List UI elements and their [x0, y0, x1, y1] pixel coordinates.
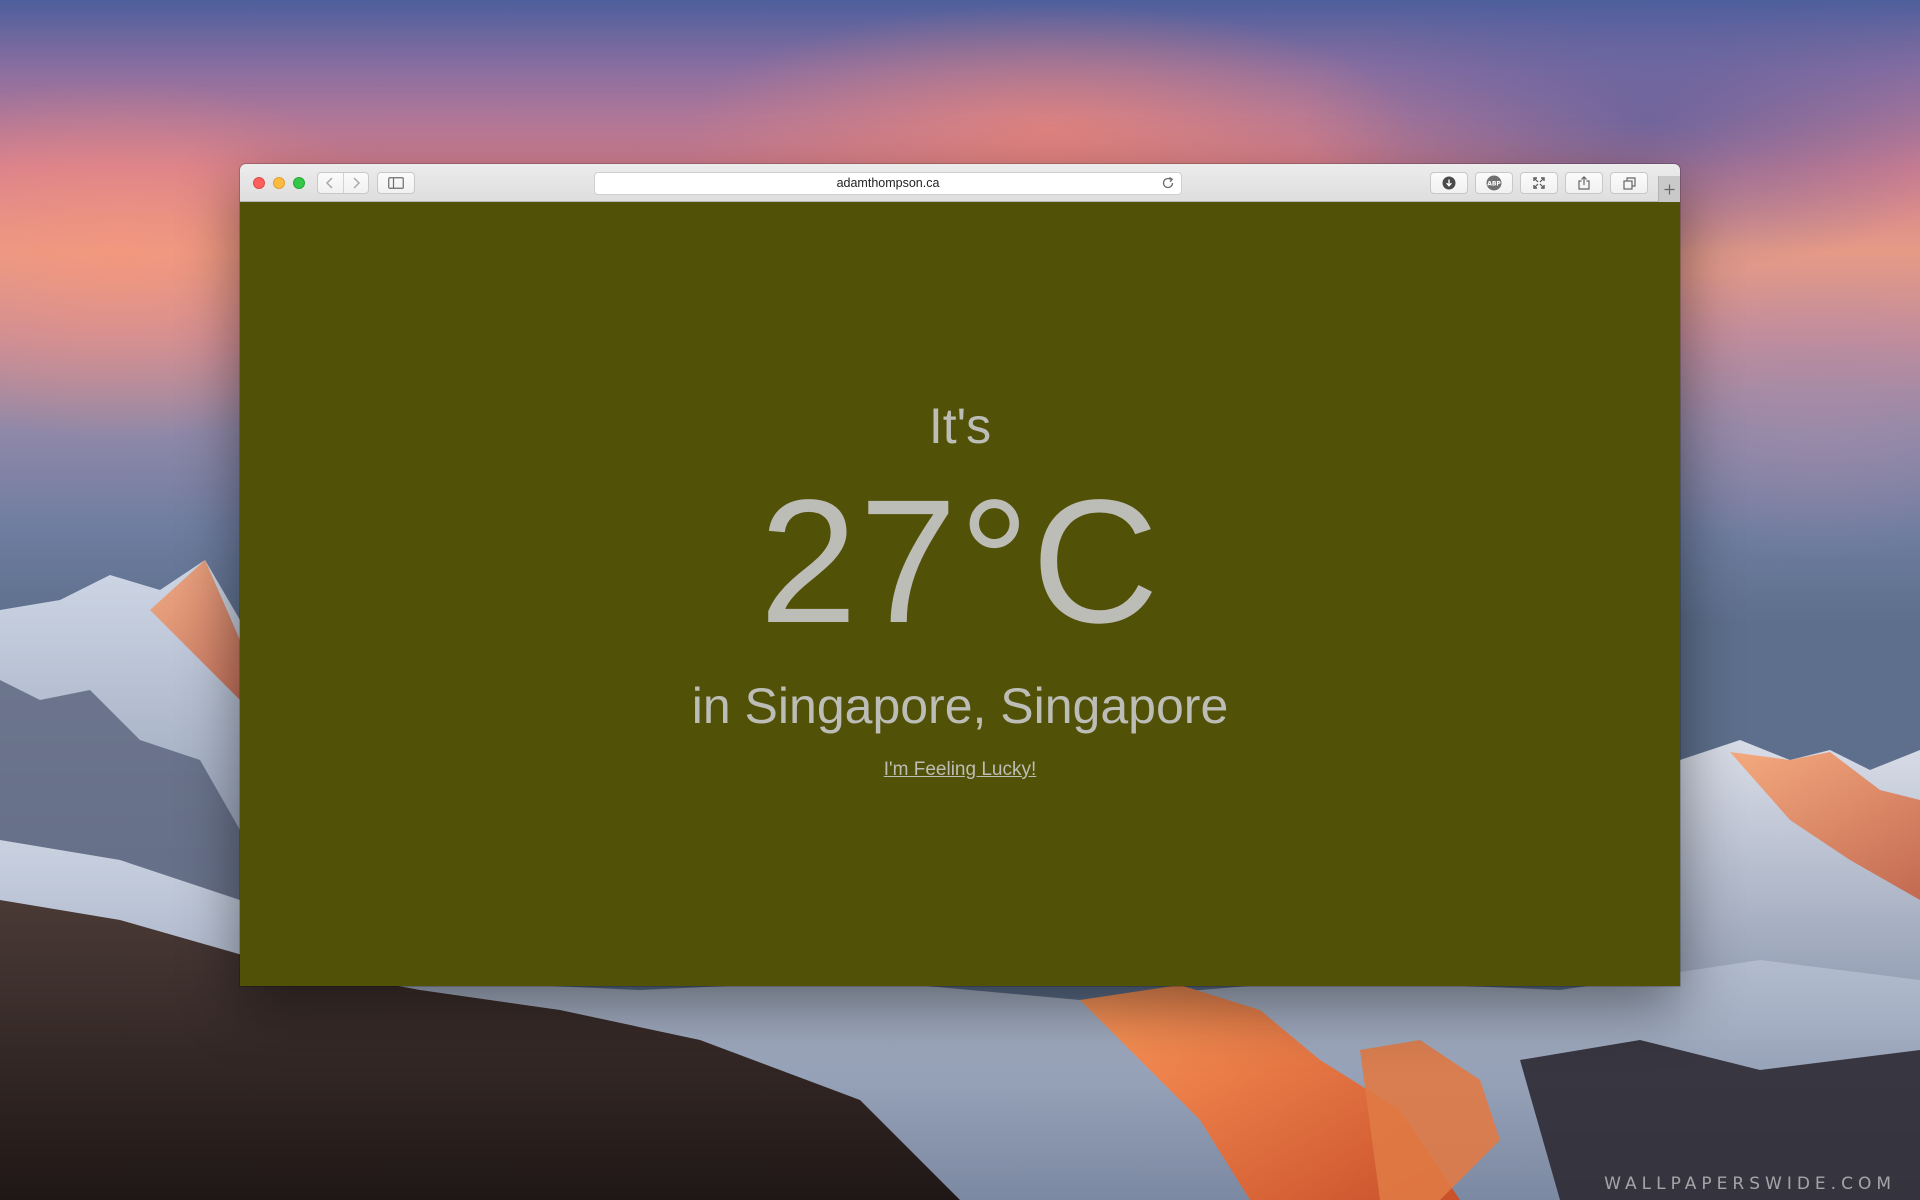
browser-window: adamthompson.ca ABP It's 27°C in Singapo…	[240, 164, 1680, 986]
downloads-icon	[1442, 176, 1456, 190]
minimize-window-button[interactable]	[273, 177, 285, 189]
adblock-icon: ABP	[1486, 175, 1502, 191]
address-bar[interactable]: adamthompson.ca	[594, 172, 1182, 195]
forward-button[interactable]	[342, 173, 369, 193]
address-url: adamthompson.ca	[836, 176, 940, 190]
temperature-value: 27°C	[759, 464, 1161, 660]
desktop-wallpaper: WALLPAPERSWIDE.COM adamthompson.ca ABP I…	[0, 0, 1920, 1200]
chevron-left-icon	[326, 177, 333, 189]
browser-toolbar: adamthompson.ca ABP	[240, 164, 1680, 202]
svg-text:ABP: ABP	[1487, 181, 1501, 188]
fullscreen-icon	[1533, 177, 1545, 189]
tabs-overview-icon	[1622, 176, 1636, 190]
close-window-button[interactable]	[253, 177, 265, 189]
plus-icon	[1664, 184, 1675, 194]
adblock-button[interactable]: ABP	[1475, 172, 1513, 194]
fullscreen-button[interactable]	[1520, 172, 1558, 194]
reload-icon[interactable]	[1161, 176, 1175, 190]
back-button[interactable]	[318, 173, 343, 193]
navigation-buttons	[317, 172, 369, 194]
intro-text: It's	[928, 398, 992, 454]
sidebar-icon	[388, 177, 404, 189]
sidebar-toggle-button[interactable]	[377, 172, 415, 194]
share-icon	[1578, 176, 1590, 190]
new-tab-button[interactable]	[1658, 176, 1680, 202]
downloads-button[interactable]	[1430, 172, 1468, 194]
lucky-link-container: I'm Feeling Lucky!	[240, 758, 1680, 782]
page-content: It's 27°C in Singapore, Singapore I'm Fe…	[240, 202, 1680, 986]
location-text: in Singapore, Singapore	[691, 678, 1229, 734]
feeling-lucky-link[interactable]: I'm Feeling Lucky!	[884, 759, 1037, 780]
chevron-right-icon	[353, 177, 360, 189]
share-button[interactable]	[1565, 172, 1603, 194]
tabs-overview-button[interactable]	[1610, 172, 1648, 194]
maximize-window-button[interactable]	[293, 177, 305, 189]
wallpaper-watermark: WALLPAPERSWIDE.COM	[1604, 1174, 1896, 1194]
